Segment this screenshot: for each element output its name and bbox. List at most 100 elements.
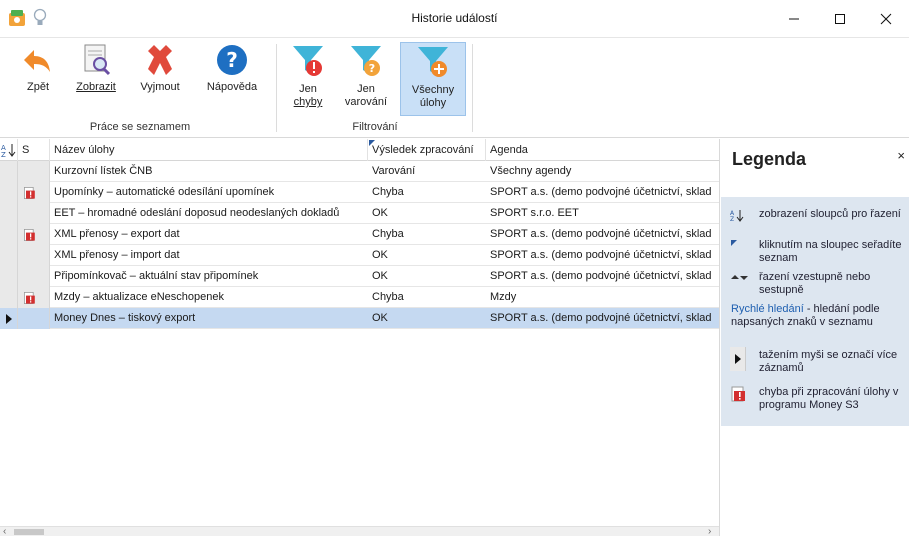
help-button[interactable]: ? Nápověda — [204, 42, 260, 116]
row-indicator-icon — [6, 314, 12, 324]
agenda-cell: SPORT a.s. (demo podvojné účetnictví, sk… — [490, 228, 712, 240]
row-indicator[interactable] — [0, 266, 18, 287]
table-row[interactable]: Mzdy – aktualizace eNeschopenek Chyba Mzdy — [0, 287, 719, 308]
status-cell — [18, 161, 50, 182]
status-cell — [18, 203, 50, 224]
row-indicator[interactable] — [0, 161, 18, 182]
filter-errors-button[interactable]: Jen chyby — [284, 42, 332, 116]
error-icon — [24, 229, 35, 241]
horizontal-scrollbar[interactable]: ‹ › — [0, 526, 719, 536]
events-grid[interactable]: A Z S Název úlohy Výsledek zpracování Ag… — [0, 139, 720, 536]
task-name-cell: Upomínky – automatické odesílání upomíne… — [54, 186, 275, 198]
result-cell: OK — [372, 249, 388, 261]
help-icon: ? — [217, 45, 247, 75]
filter-all-button[interactable]: Všechny úlohy — [400, 42, 466, 116]
column-header-result[interactable]: Výsledek zpracování — [368, 139, 486, 161]
group-separator — [472, 44, 473, 132]
legend-panel: Legenda × A Z zobrazení sloupců pro řaze… — [721, 139, 909, 536]
group-label-list: Práce se seznamem — [89, 121, 191, 133]
filter-all-label-line1: Všechny — [411, 84, 455, 96]
svg-text:?: ? — [369, 62, 375, 75]
quick-search-label: Rychlé hledání — [731, 303, 804, 315]
view-label: Zobrazit — [76, 81, 116, 93]
task-name-cell: Kurzovní lístek ČNB — [54, 165, 153, 177]
row-indicator[interactable] — [0, 182, 18, 203]
legend-item-text: tažením myši se označí více záznamů — [759, 349, 898, 374]
row-indicator[interactable] — [0, 203, 18, 224]
minimize-button[interactable] — [771, 0, 817, 38]
legend-header: Legenda × — [721, 139, 909, 195]
back-button[interactable]: Zpět — [18, 42, 58, 116]
task-name-cell: Money Dnes – tiskový export — [54, 312, 196, 324]
view-document-icon — [84, 44, 111, 76]
scrollbar-thumb[interactable] — [14, 529, 44, 535]
filter-warnings-button[interactable]: ? Jen varování — [340, 42, 392, 116]
filter-error-icon — [293, 46, 323, 76]
result-cell: Chyba — [372, 228, 404, 240]
sort-marker-icon — [731, 240, 737, 246]
legend-body: A Z zobrazení sloupců pro řazení kliknut… — [721, 197, 909, 426]
scroll-right-icon[interactable]: › — [708, 526, 711, 536]
legend-item-text: chyba při zpracování úlohy v programu Mo… — [759, 386, 899, 411]
task-name-cell: XML přenosy – export dat — [54, 228, 180, 240]
view-button[interactable]: Zobrazit — [68, 42, 124, 116]
legend-item-text: kliknutím na sloupec seřadíte seznam — [759, 239, 902, 264]
group-separator — [276, 44, 277, 132]
status-cell — [18, 287, 50, 308]
cut-button[interactable]: Vyjmout — [134, 42, 186, 116]
filter-all-icon — [418, 47, 448, 77]
filter-errors-label-line1: Jen — [299, 83, 317, 95]
legend-item-text: Rychlé hledání - hledání podle napsaných… — [731, 303, 905, 329]
legend-item-text: zobrazení sloupců pro řazení — [759, 208, 901, 220]
filter-all-label: Všechny úlohy — [412, 84, 454, 110]
column-chooser-icon: A Z — [730, 210, 744, 222]
svg-text:Z: Z — [730, 216, 734, 222]
column-header-s[interactable]: S — [18, 139, 50, 161]
result-cell: Chyba — [372, 186, 404, 198]
error-icon — [731, 386, 745, 402]
ribbon-toolbar: Zpět Zobrazit Vyjmout ? Nápověda Práce s… — [0, 38, 909, 138]
maximize-icon — [835, 14, 845, 24]
row-indicator[interactable] — [0, 224, 18, 245]
status-cell — [18, 266, 50, 287]
table-row[interactable]: EET – hromadné odeslání doposud neodesla… — [0, 203, 719, 224]
agenda-cell: Mzdy — [490, 291, 517, 303]
status-cell — [18, 245, 50, 266]
filter-errors-label-line2: chyby — [293, 96, 323, 108]
error-icon — [24, 292, 35, 304]
close-icon — [880, 13, 892, 25]
column-header-agenda[interactable]: Agenda — [486, 139, 719, 161]
table-row[interactable]: Připomínkovač – aktuální stav připomínek… — [0, 266, 719, 287]
task-name-cell: Mzdy – aktualizace eNeschopenek — [54, 291, 224, 303]
row-indicator-icon — [730, 347, 746, 371]
agenda-cell: SPORT a.s. (demo podvojné účetnictví, sk… — [490, 270, 712, 282]
column-header-name[interactable]: Název úlohy — [50, 139, 368, 161]
filter-warnings-label-line1: Jen — [357, 83, 375, 95]
table-row[interactable]: XML přenosy – import dat OK SPORT a.s. (de… — [0, 245, 719, 266]
sort-direction-icon — [731, 275, 748, 280]
task-name-cell: EET – hromadné odeslání doposud neodesla… — [54, 207, 340, 219]
row-indicator[interactable] — [0, 287, 18, 308]
column-chooser-button[interactable]: A Z — [0, 139, 18, 161]
result-cell: OK — [372, 312, 388, 324]
scroll-left-icon[interactable]: ‹ — [3, 526, 6, 536]
help-label: Nápověda — [206, 81, 258, 93]
table-row[interactable]: XML přenosy – export dat Chyba SPORT a.s. … — [0, 224, 719, 245]
close-button[interactable] — [863, 0, 909, 38]
error-icon — [24, 187, 35, 199]
maximize-button[interactable] — [817, 0, 863, 38]
grid-header: A Z S Název úlohy Výsledek zpracování Ag… — [0, 139, 719, 161]
table-row[interactable]: Upomínky – automatické odesílání upomíne… — [0, 182, 719, 203]
task-name-cell: Připomínkovač – aktuální stav připomínek — [54, 270, 259, 282]
back-arrow-icon — [24, 50, 50, 72]
minimize-icon — [789, 18, 799, 20]
legend-close-icon[interactable]: × — [897, 148, 905, 163]
table-row[interactable]: Kurzovní lístek ČNB Varování Všechny agend… — [0, 161, 719, 182]
row-indicator[interactable] — [0, 308, 18, 329]
row-indicator[interactable] — [0, 245, 18, 266]
svg-text:?: ? — [226, 48, 238, 72]
delete-x-icon — [148, 45, 172, 75]
title-bar: Historie událostí — [0, 0, 909, 38]
table-row[interactable]: Money Dnes – tiskový export OK SPORT a.s. … — [0, 308, 719, 329]
agenda-cell: Všechny agendy — [490, 165, 572, 177]
